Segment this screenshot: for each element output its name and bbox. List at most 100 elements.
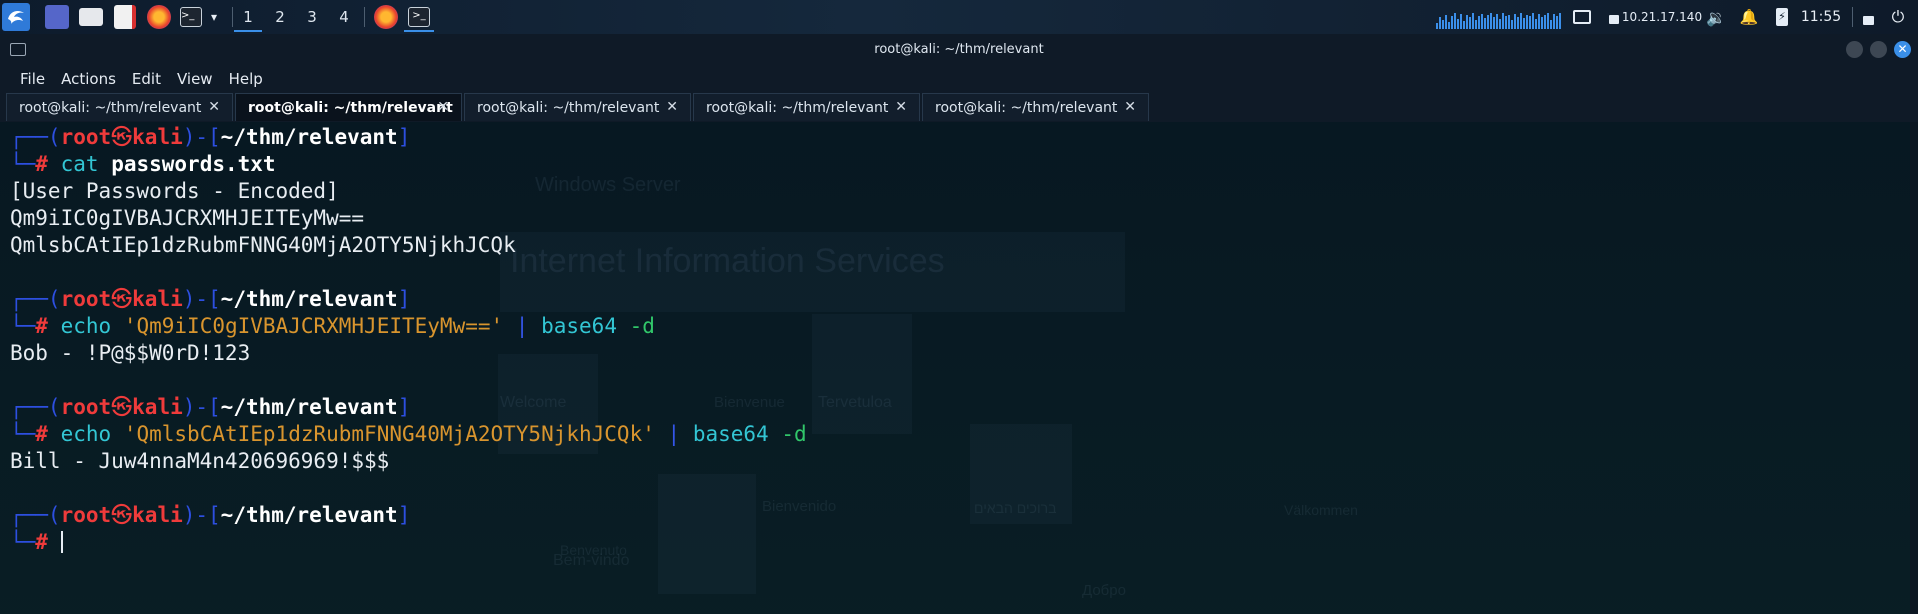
background-tile-label: Bem-vindo: [553, 552, 630, 569]
prompt-line: ┌──(root㉿kali)-[~/thm/relevant]: [10, 125, 411, 149]
terminal-tab-3[interactable]: root@kali: ~/thm/relevant ✕: [464, 93, 691, 121]
close-button[interactable]: ✕: [1894, 41, 1911, 58]
terminal-task-icon[interactable]: >_: [404, 4, 434, 32]
firefox-task-icon[interactable]: [372, 4, 400, 30]
prompt-host: kali: [132, 125, 183, 149]
terminal-tab-5[interactable]: root@kali: ~/thm/relevant ✕: [922, 93, 1149, 121]
terminal-icon[interactable]: >_: [178, 4, 204, 30]
firefox-icon[interactable]: [146, 4, 172, 30]
pipe: |: [515, 314, 529, 338]
command-arg: passwords.txt: [111, 152, 276, 176]
chevron-down-icon[interactable]: ▾: [206, 4, 222, 30]
background-tile-label: Bienvenido: [762, 498, 837, 515]
output-line: Bob - !P@$$W0rD!123: [10, 341, 251, 365]
output-line: Qm9iIC0gIVBAJCRXMHJEITEyMw==: [10, 206, 365, 230]
command-line: └─# cat passwords.txt: [10, 152, 276, 176]
prompt-line: ┌──(root㉿kali)-[~/thm/relevant]: [10, 395, 411, 419]
prompt-line: ┌──(root㉿kali)-[~/thm/relevant]: [10, 503, 411, 527]
prompt-user: root: [60, 287, 112, 311]
prompt-user: root: [60, 395, 112, 419]
maximize-button[interactable]: [1870, 41, 1887, 58]
command: base64: [541, 314, 617, 338]
command: echo: [60, 314, 112, 338]
prompt-symbol: #: [35, 530, 48, 554]
prompt-path: ~/thm/relevant: [220, 287, 398, 311]
tab-label: root@kali: ~/thm/relevant: [706, 99, 889, 116]
prompt-path: ~/thm/relevant: [220, 395, 398, 419]
terminal-tab-4[interactable]: root@kali: ~/thm/relevant ✕: [693, 93, 920, 121]
background-brand: Windows Server: [535, 174, 681, 196]
background-heading: Internet Information Services: [510, 242, 945, 280]
prompt-host: kali: [132, 503, 183, 527]
volume-icon[interactable]: 🔉: [1704, 4, 1728, 30]
display-icon[interactable]: [1572, 4, 1592, 30]
background-tile-label: Välkommen: [1284, 502, 1358, 518]
command-string: 'Qm9iIC0gIVBAJCRXMHJEITEyMw==': [123, 314, 504, 338]
menubar: File Actions Edit View Help: [0, 66, 1918, 92]
separator: [1852, 7, 1853, 27]
window-title: root@kali: ~/thm/relevant: [874, 42, 1044, 57]
workspace-3[interactable]: 3: [298, 4, 326, 30]
background-tile-label: ברוכים הבאים: [974, 500, 1057, 516]
output-line: [User Passwords - Encoded]: [10, 179, 339, 203]
tab-label: root@kali: ~/thm/relevant: [19, 99, 202, 116]
output-line: Bill - Juw4nnaM4n420696969!$$$: [10, 449, 390, 473]
terminal-tab-2[interactable]: root@kali: ~/thm/relevant ✕: [235, 93, 462, 121]
menu-edit[interactable]: Edit: [126, 70, 167, 88]
separator: [232, 7, 233, 27]
close-tab-icon[interactable]: ✕: [208, 99, 220, 115]
clock[interactable]: 11:55: [1796, 4, 1846, 30]
desktop-icon[interactable]: [44, 4, 70, 30]
prompt-host: kali: [132, 395, 183, 419]
battery-icon[interactable]: ⚡: [1772, 4, 1792, 30]
vpn-ip-label: 10.21.17.140: [1621, 10, 1703, 24]
output-line: QmlsbCAtIEp1dzRubmFNNG40MjA2OTY5NjkhJCQk: [10, 233, 516, 257]
menu-actions[interactable]: Actions: [55, 70, 122, 88]
background-tile-label: Добро: [1082, 582, 1126, 599]
prompt-symbol: #: [35, 314, 48, 338]
scrollbar[interactable]: [1910, 122, 1918, 614]
workspace-1[interactable]: 1: [234, 4, 262, 32]
command-line: └─#: [10, 529, 63, 556]
prompt-user: root: [60, 503, 112, 527]
command-flag: -d: [781, 422, 807, 446]
minimize-button[interactable]: [1846, 41, 1863, 58]
top-panel: >_ ▾ 1 2 3 4 >_ 10.21.17.140 🔉 🔔 ⚡ 11:55…: [0, 0, 1918, 34]
close-tab-icon[interactable]: ✕: [666, 99, 678, 115]
power-icon[interactable]: ⏻: [1886, 4, 1910, 30]
tab-label: root@kali: ~/thm/relevant: [248, 99, 453, 116]
close-tab-icon[interactable]: ✕: [895, 99, 907, 115]
menu-view[interactable]: View: [171, 70, 219, 88]
background-tile-label: Welcome: [500, 394, 567, 411]
file-manager-icon[interactable]: [78, 4, 104, 30]
notification-bell-icon[interactable]: 🔔: [1738, 4, 1760, 30]
pipe: |: [667, 422, 681, 446]
menu-help[interactable]: Help: [223, 70, 269, 88]
tab-label: root@kali: ~/thm/relevant: [935, 99, 1118, 116]
separator: [364, 7, 365, 27]
workspace-2[interactable]: 2: [266, 4, 294, 30]
background-photo: [658, 474, 756, 594]
command-string: 'QmlsbCAtIEp1dzRubmFNNG40MjA2OTY5NjkhJCQ…: [123, 422, 655, 446]
kali-menu-icon[interactable]: [2, 3, 30, 31]
window-titlebar[interactable]: root@kali: ~/thm/relevant ✕: [0, 34, 1918, 66]
menu-file[interactable]: File: [14, 70, 51, 88]
cpu-graph: [1436, 13, 1566, 29]
background-tile-label: Bienvenue: [714, 394, 785, 411]
text-editor-icon[interactable]: [112, 4, 138, 30]
workspace-4[interactable]: 4: [330, 4, 358, 30]
close-tab-icon[interactable]: ✕: [1124, 99, 1136, 115]
lock-screen-icon[interactable]: [1858, 4, 1878, 30]
tab-label: root@kali: ~/thm/relevant: [477, 99, 660, 116]
prompt-symbol: #: [35, 152, 48, 176]
command-flag: -d: [629, 314, 655, 338]
prompt-line: ┌──(root㉿kali)-[~/thm/relevant]: [10, 287, 411, 311]
text-cursor: [60, 531, 63, 553]
terminal-tab-1[interactable]: root@kali: ~/thm/relevant ✕: [6, 93, 233, 121]
prompt-host: kali: [132, 287, 183, 311]
close-tab-icon[interactable]: ✕: [437, 99, 449, 115]
background-tile: [812, 314, 912, 434]
background-tile-label: Tervetuloa: [818, 394, 892, 411]
command-line: └─# echo 'Qm9iIC0gIVBAJCRXMHJEITEyMw==' …: [10, 314, 655, 338]
terminal-output[interactable]: Windows Server Internet Information Serv…: [0, 122, 1918, 614]
